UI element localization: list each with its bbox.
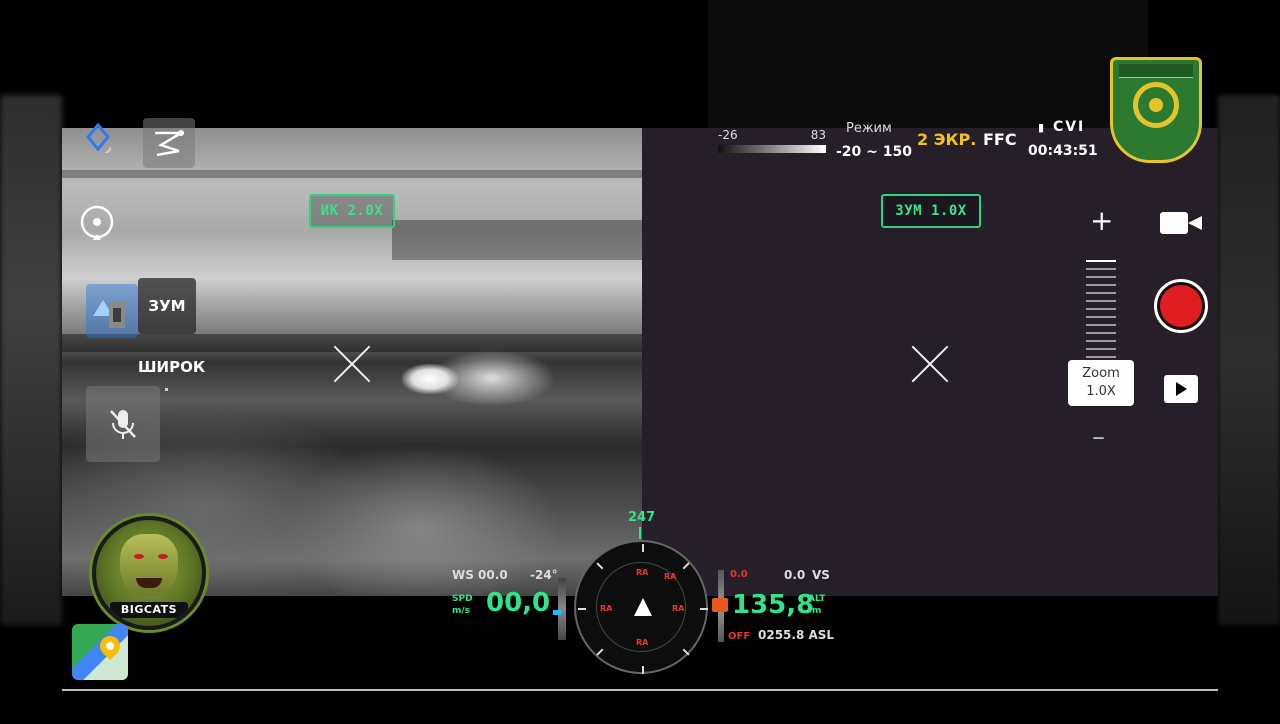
speed-marker [553, 610, 561, 615]
wind-angle: -24° [530, 568, 558, 582]
zoom-value: 1.0X [1086, 384, 1116, 399]
wind-speed: WS 00.0 [452, 568, 508, 582]
record-button[interactable] [1154, 279, 1208, 333]
compass-tick [700, 608, 708, 610]
vs-left-value: 0.0 [730, 569, 748, 580]
screen-mode-button[interactable]: 2 ЭКР. [917, 130, 976, 149]
wide-indicator-dot [165, 388, 168, 391]
ir-terrain-band [392, 220, 642, 260]
zoom-slider-top-tick [1086, 260, 1116, 262]
temperature-scale: -26 83 [718, 128, 826, 156]
compass-tick [578, 608, 586, 610]
compass: RA RA RA RA RA [574, 540, 708, 674]
heading-marker [639, 527, 641, 539]
compass-tick [596, 562, 604, 570]
top-dark-band [708, 0, 1148, 128]
mode-label: Режим [846, 121, 892, 136]
background-blur-right [1218, 95, 1280, 625]
zoom-title: Zoom [1082, 366, 1120, 381]
logo-eye [134, 554, 144, 559]
storage-label: CVI [1052, 119, 1086, 135]
mode-range[interactable]: -20 ~ 150 [836, 144, 912, 160]
storage-indicator: ▮ CVI [1038, 119, 1085, 135]
compass-ra-mark: RA [672, 604, 685, 613]
compass-ra-mark: RA [600, 604, 613, 613]
map-mode-icon[interactable] [86, 284, 138, 338]
altitude-marker [712, 598, 728, 612]
route-icon[interactable] [143, 118, 195, 168]
bottom-divider [62, 689, 1218, 691]
zoom-level-label[interactable]: ЗУМ 1.0X [881, 194, 981, 228]
vs-label: VS [812, 568, 830, 582]
sd-card-icon: ▮ [1038, 121, 1047, 134]
play-icon[interactable] [1164, 375, 1198, 403]
compass-ra-mark: RA [664, 572, 677, 581]
location-icon-svg [86, 123, 111, 153]
emblem-core [1149, 98, 1163, 112]
off-label: OFF [728, 631, 751, 642]
heading-value: 247 [628, 510, 656, 525]
temp-min: -26 [718, 128, 738, 142]
emblem-ribbon [1119, 64, 1193, 78]
vs-value: 0.0 [784, 568, 806, 582]
speed-value: 00,0 [486, 588, 551, 618]
altitude-value: 135,8 [732, 590, 815, 620]
zoom-slider[interactable]: + Zoom 1.0X – [1068, 200, 1134, 460]
compass-tick [596, 648, 604, 656]
ffc-button[interactable]: FFC [983, 130, 1017, 149]
logo-text: BIGCATS [110, 602, 188, 618]
target-icon-svg [80, 205, 114, 240]
spd-label: SPD [452, 594, 473, 604]
temperature-gradient-bar [718, 145, 826, 153]
logo-eye [158, 554, 168, 559]
speed-bar [558, 578, 566, 640]
wide-mode-button[interactable]: ШИРОК [138, 358, 205, 376]
mic-off-icon [110, 410, 136, 439]
recording-time: 00:43:51 [1028, 143, 1098, 159]
ir-crosshair [332, 344, 372, 384]
temp-max: 83 [810, 128, 826, 142]
compass-tick [642, 544, 644, 552]
target-icon[interactable] [78, 204, 116, 242]
bigcats-logo: BIGCATS [92, 516, 206, 630]
compass-tick [682, 562, 690, 570]
camera-lens [1188, 216, 1202, 230]
route-icon-svg [155, 130, 184, 157]
unit-emblem-logo [1110, 57, 1202, 163]
maps-icon[interactable] [72, 624, 128, 680]
mic-off-button[interactable] [86, 386, 160, 462]
spd-unit: m/s [452, 606, 471, 616]
zoom-value-box: Zoom 1.0X [1068, 360, 1134, 406]
ir-hot-spot [402, 364, 458, 394]
camera-body [1160, 212, 1188, 234]
alt-unit: m [812, 606, 822, 616]
alt-label: ALT [808, 594, 826, 604]
background-blur-left [0, 95, 62, 625]
zoom-slider-ticks[interactable] [1086, 260, 1116, 360]
zoom-out-button[interactable]: – [1092, 422, 1105, 452]
tower-icon [93, 300, 125, 328]
zoom-mode-button[interactable]: ЗУМ [138, 278, 196, 334]
aircraft-arrow-icon [634, 598, 652, 616]
ir-terrain-band [62, 170, 642, 178]
compass-tick [682, 648, 690, 656]
zoom-in-button[interactable]: + [1090, 204, 1113, 237]
compass-tick [642, 666, 644, 674]
ir-zoom-label[interactable]: ИК 2.0X [309, 194, 395, 228]
map-pin-icon [95, 631, 125, 661]
location-icon[interactable] [84, 123, 112, 153]
video-camera-icon[interactable] [1160, 208, 1204, 238]
zoom-crosshair [910, 344, 950, 384]
compass-ra-mark: RA [636, 638, 649, 647]
compass-ra-mark: RA [636, 568, 649, 577]
asl-value: 0255.8 ASL [758, 628, 835, 642]
